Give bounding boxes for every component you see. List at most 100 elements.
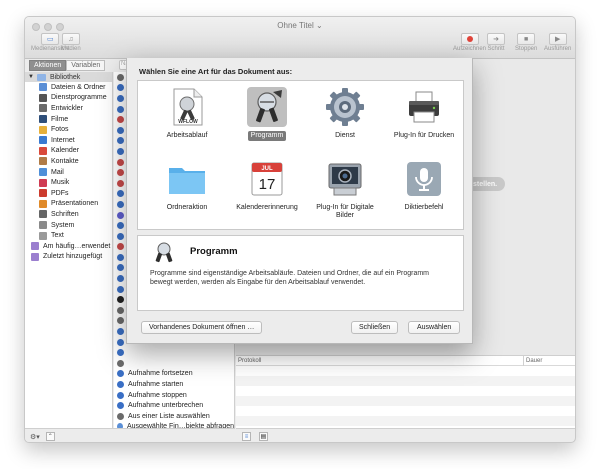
type-application[interactable]: Programm — [227, 87, 307, 141]
log-row — [236, 376, 575, 386]
action-item[interactable] — [114, 358, 234, 369]
action-icon — [117, 243, 124, 251]
category-item[interactable]: Schriften — [25, 209, 112, 220]
toolbar-step[interactable]: ➜ Schritt — [487, 33, 505, 52]
action-icon — [117, 317, 124, 325]
action-icon — [117, 306, 124, 314]
action-item[interactable] — [114, 347, 234, 358]
document-type-grid: WFLOW Arbeitsablauf Programm Dienst Plug… — [137, 80, 464, 230]
disclosure-triangle-icon[interactable]: ▼ — [28, 74, 34, 80]
sidebar-view-icon: ▭ — [41, 33, 60, 45]
open-existing-document-button[interactable]: Vorhandenes Dokument öffnen … — [141, 321, 263, 334]
action-icon — [117, 84, 124, 92]
show-description-button[interactable]: ⌃ — [45, 432, 55, 441]
smart-group-item[interactable]: Am häufig…erwendet — [25, 241, 112, 252]
action-icon — [117, 222, 124, 230]
microphone-icon — [404, 159, 444, 199]
type-image-capture-plugin[interactable]: Plug-In für Digitale Bilder — [305, 159, 385, 221]
log-col-duration[interactable]: Dauer — [523, 356, 542, 366]
action-icon — [117, 359, 124, 367]
category-icon — [39, 125, 47, 134]
category-item[interactable]: Filme — [25, 114, 112, 125]
application-small-icon — [150, 240, 178, 266]
log-table: Protokoll Dauer — [236, 355, 575, 428]
action-icon — [117, 158, 124, 166]
step-arrow-icon: ➜ — [487, 33, 505, 45]
toolbar-run[interactable]: ▶ Ausführen — [544, 33, 571, 52]
action-icon — [117, 349, 124, 357]
type-calendar-alarm[interactable]: JUL 17 Kalendererinnerung — [227, 159, 307, 213]
action-icon — [117, 402, 124, 410]
tab-variables[interactable]: Variablen — [66, 59, 106, 71]
category-item[interactable]: Präsentationen — [25, 199, 112, 210]
toolbar-stop[interactable]: ■ Stoppen — [515, 33, 537, 52]
action-icon — [117, 116, 124, 124]
category-item[interactable]: Kalender — [25, 146, 112, 157]
category-icon — [39, 231, 47, 240]
description-title: Programm — [190, 246, 238, 257]
toolbar-record[interactable]: Aufzeichnen — [453, 33, 486, 52]
smart-folder-icon — [31, 252, 39, 261]
category-item[interactable]: Internet — [25, 135, 112, 146]
type-description-panel: Programm Programme sind eigenständige Ar… — [137, 235, 464, 311]
application-icon — [247, 87, 287, 127]
category-item[interactable]: Text — [25, 230, 112, 241]
calendar-icon: JUL 17 — [247, 159, 287, 199]
log-row — [236, 416, 575, 426]
choose-button[interactable]: Auswählen — [408, 321, 461, 334]
library-root[interactable]: ▼ Bibliothek — [25, 72, 112, 82]
category-item[interactable]: Mail — [25, 167, 112, 178]
toolbar-media[interactable]: ♫ Medien — [61, 33, 81, 52]
category-item[interactable]: Musik — [25, 177, 112, 188]
category-icon — [39, 115, 47, 124]
action-icon — [117, 211, 124, 219]
window-title[interactable]: Ohne Titel ⌄ — [25, 21, 575, 30]
log-row — [236, 406, 575, 416]
tab-actions[interactable]: Aktionen — [29, 59, 67, 71]
printer-icon — [404, 87, 444, 127]
action-item[interactable]: Aufnahme stoppen — [114, 390, 234, 401]
action-item[interactable]: Aufnahme fortsetzen — [114, 369, 234, 380]
dialog-title: Wählen Sie eine Art für das Dokument aus… — [139, 67, 293, 76]
category-item[interactable]: PDFs — [25, 188, 112, 199]
category-icon — [39, 83, 47, 92]
list-view-icon[interactable]: ≡ — [242, 432, 251, 441]
action-item[interactable]: Aufnahme unterbrechen — [114, 400, 234, 411]
category-item[interactable]: Kontakte — [25, 156, 112, 167]
category-icon — [39, 104, 47, 113]
action-icon — [117, 190, 124, 198]
smart-folder-icon — [31, 242, 39, 251]
image-capture-icon — [325, 159, 365, 199]
action-icon — [117, 370, 124, 378]
category-icon — [39, 136, 47, 145]
action-item[interactable]: Aufnahme starten — [114, 379, 234, 390]
type-service[interactable]: Dienst — [305, 87, 385, 141]
gear-menu-icon[interactable]: ⚙︎▾ — [30, 433, 40, 441]
category-item[interactable]: Dateien & Ordner — [25, 82, 112, 93]
category-item[interactable]: Entwickler — [25, 103, 112, 114]
category-item[interactable]: Dienstprogramme — [25, 93, 112, 104]
action-icon — [117, 412, 124, 420]
action-icon — [117, 169, 124, 177]
category-icon — [39, 178, 47, 187]
folder-icon — [167, 159, 207, 199]
document-type-dialog: Wählen Sie eine Art für das Dokument aus… — [126, 58, 473, 344]
close-button[interactable]: Schließen — [351, 321, 399, 334]
category-item[interactable]: Fotos — [25, 124, 112, 135]
action-icon — [117, 232, 124, 240]
type-dictation-command[interactable]: Diktierbefehl — [384, 159, 464, 213]
log-header: Protokoll Dauer — [236, 356, 575, 366]
log-row — [236, 366, 575, 376]
category-item[interactable]: System — [25, 220, 112, 231]
action-icon — [117, 285, 124, 293]
type-workflow[interactable]: WFLOW Arbeitsablauf — [147, 87, 227, 141]
smart-group-item[interactable]: Zuletzt hinzugefügt — [25, 252, 112, 263]
type-print-plugin[interactable]: Plug-In für Drucken — [384, 87, 464, 141]
type-folder-action[interactable]: Ordneraktion — [147, 159, 227, 213]
category-icon — [39, 189, 47, 198]
action-item[interactable]: Aus einer Liste auswählen — [114, 411, 234, 422]
columns-view-icon[interactable]: ▤ — [259, 432, 268, 441]
category-icon — [39, 168, 47, 177]
action-icon — [117, 105, 124, 113]
log-col-protocol[interactable]: Protokoll — [238, 358, 261, 364]
